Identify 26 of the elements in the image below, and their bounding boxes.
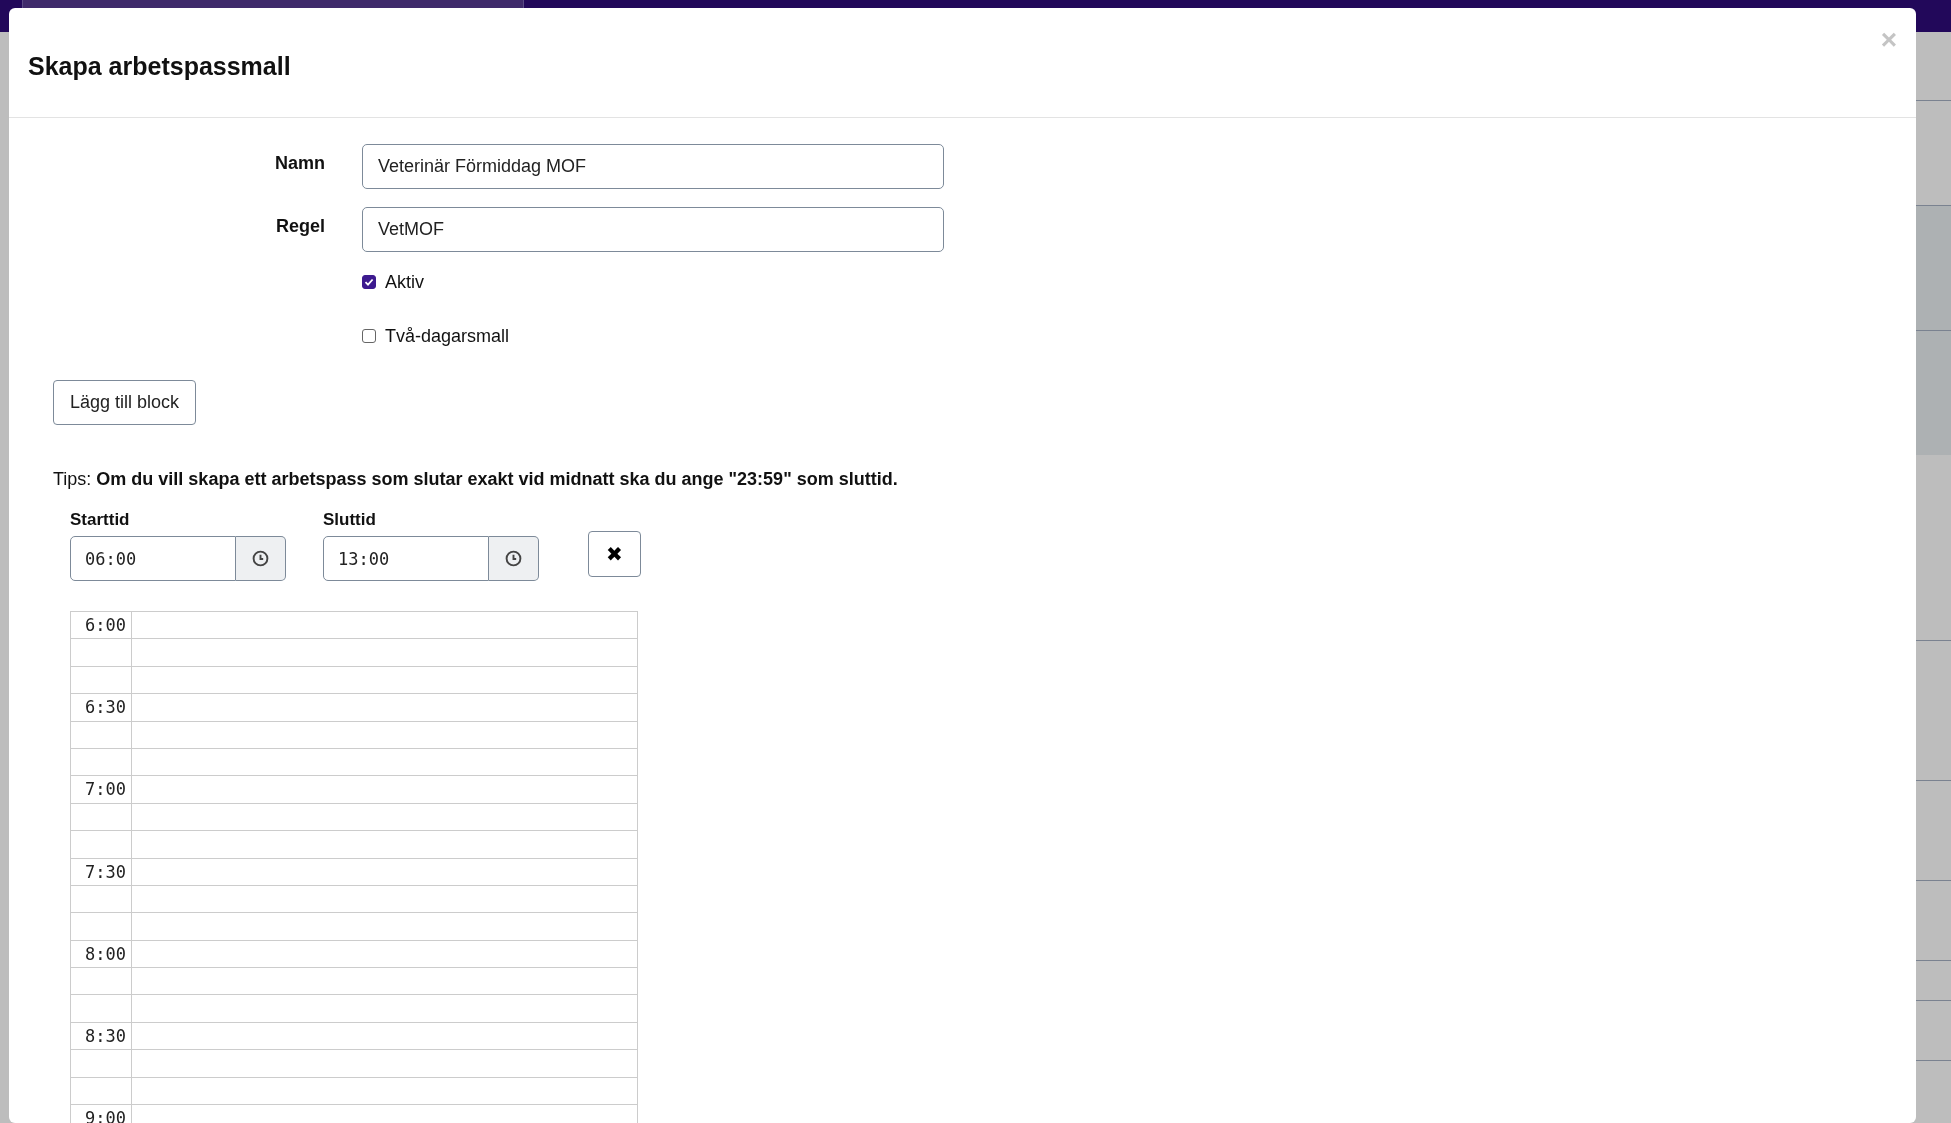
field-label: Sluttid xyxy=(323,510,377,530)
tip-text: Tips: Om du vill skapa ett arbetspass som slutar exakt vid midnatt ska du ange "23:59" som sluttid. xyxy=(53,469,899,490)
clock-icon xyxy=(505,550,522,567)
time-label: 7:00 xyxy=(85,779,126,800)
time-field[interactable]: 13:00 xyxy=(323,536,489,581)
checkbox-label: Två-dagarsmall xyxy=(385,325,510,347)
field-label: Namn xyxy=(274,153,326,174)
time-label: 6:30 xyxy=(85,697,126,718)
checkbox[interactable] xyxy=(362,275,376,289)
dialog-title: Skapa arbetspassmall xyxy=(28,52,291,81)
remove-button[interactable]: ✖ xyxy=(588,531,641,577)
time-label: 8:30 xyxy=(85,1025,126,1046)
time-label: 8:00 xyxy=(85,943,126,964)
time-field[interactable]: 06:00 xyxy=(70,536,236,581)
clock-icon xyxy=(252,550,269,567)
field-label: Regel xyxy=(274,216,326,237)
field-label: Starttid xyxy=(70,510,131,530)
checkbox[interactable] xyxy=(362,329,376,343)
add-block-button[interactable]: Lägg till block xyxy=(53,380,197,425)
text-field[interactable]: VetMOF xyxy=(362,207,944,252)
clock-button[interactable] xyxy=(489,536,539,581)
text-field[interactable]: Veterinär Förmiddag MOF xyxy=(362,144,944,189)
clock-button[interactable] xyxy=(236,536,286,581)
checkbox-label: Aktiv xyxy=(385,271,424,293)
time-label: 7:30 xyxy=(85,861,126,882)
time-label: 6:00 xyxy=(85,615,126,635)
